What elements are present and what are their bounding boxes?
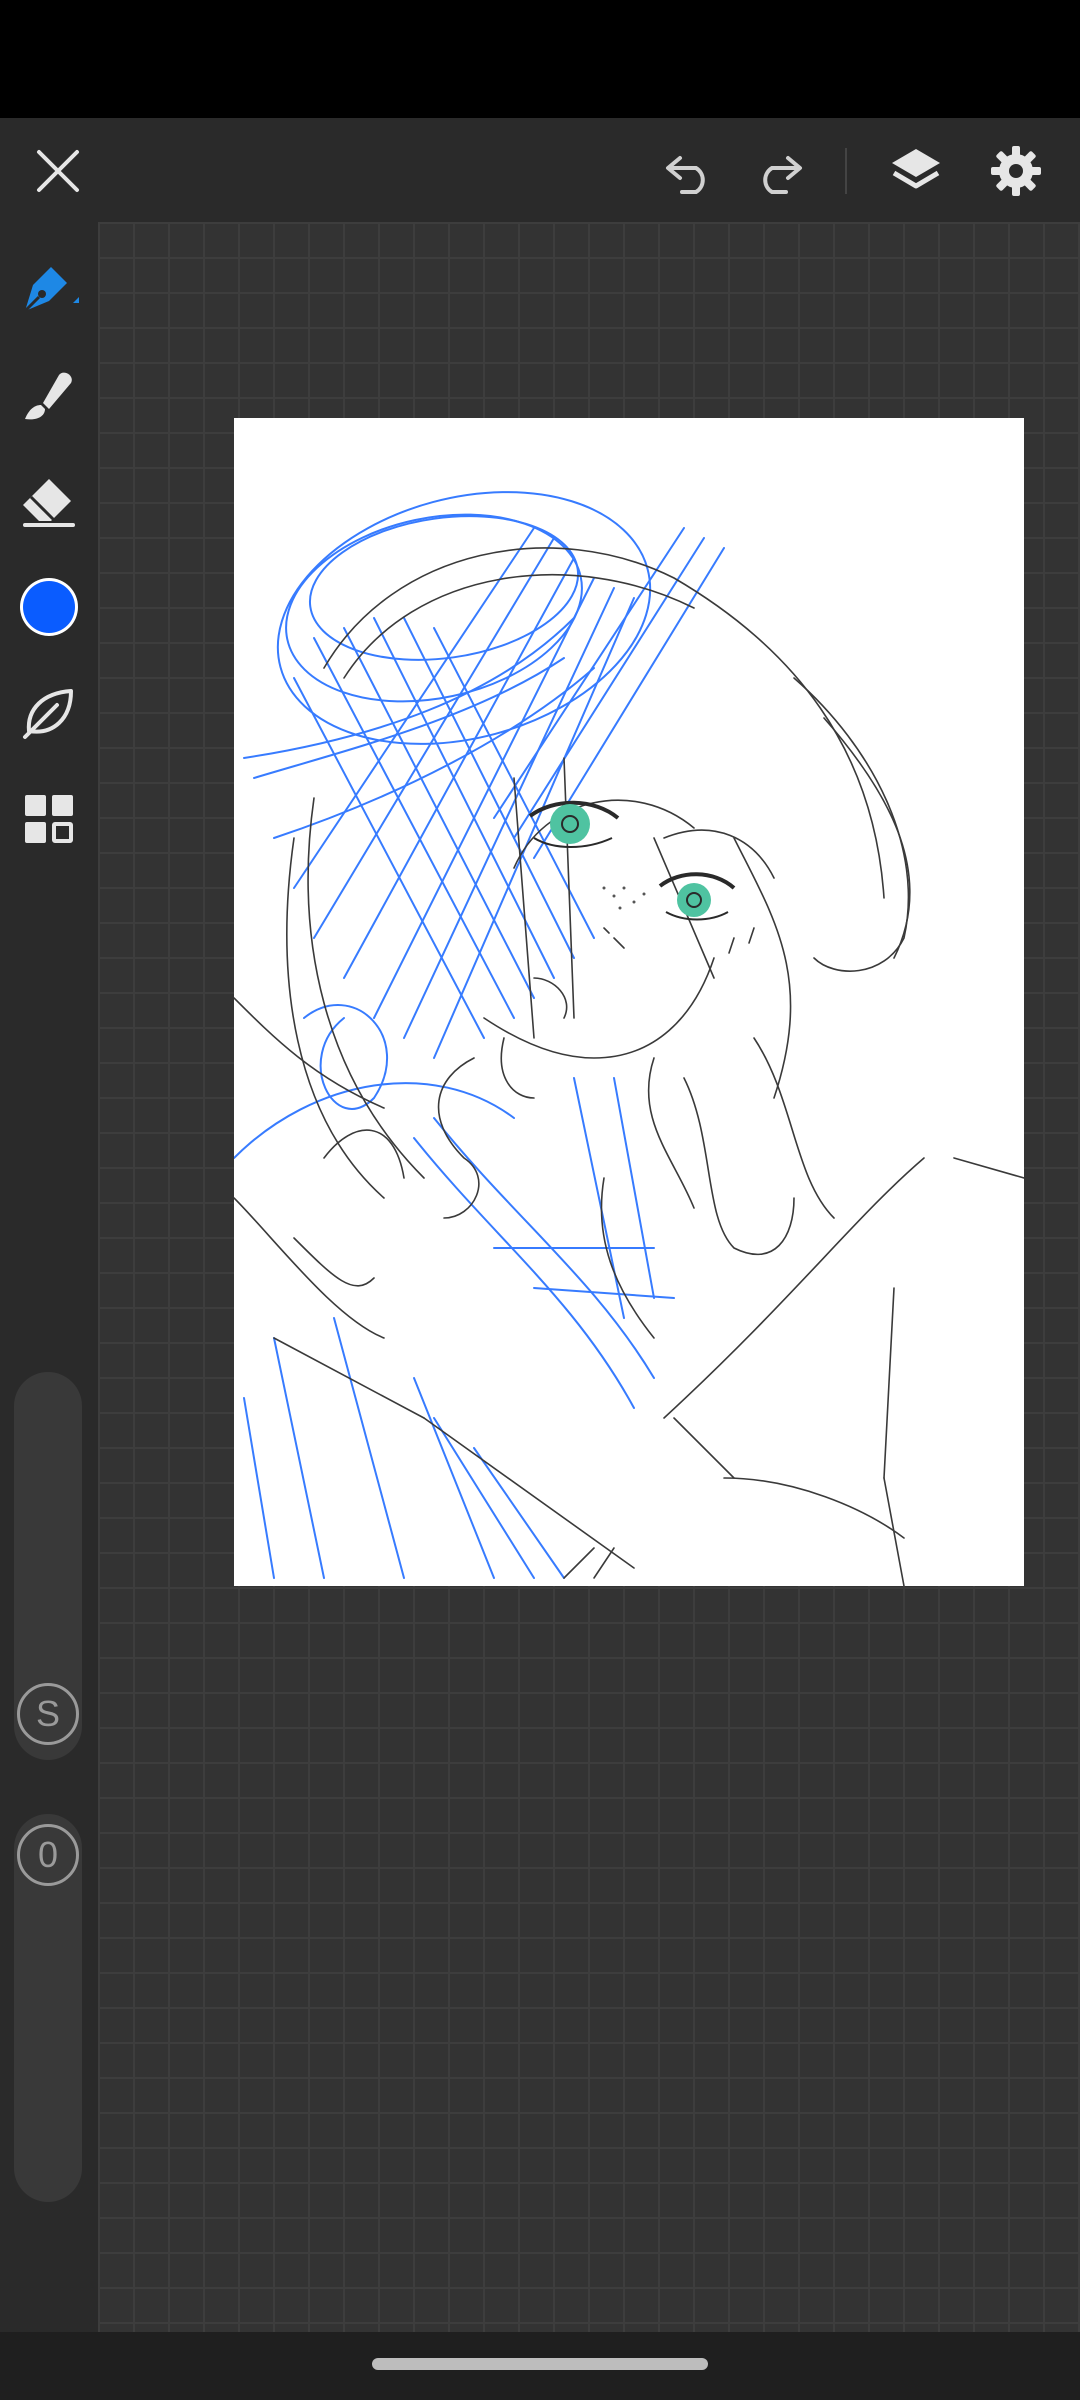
size-badge: S	[17, 1683, 79, 1745]
sketch-artwork	[234, 491, 1024, 1586]
drawing-paper[interactable]	[234, 418, 1024, 1586]
undo-icon[interactable]	[655, 136, 725, 206]
layers-icon[interactable]	[881, 136, 951, 206]
toolbar-divider	[845, 148, 847, 194]
top-toolbar	[0, 118, 1080, 222]
leaf-icon[interactable]	[12, 676, 86, 750]
grid-icon[interactable]	[12, 782, 86, 856]
tool-sidebar: S 0	[0, 222, 98, 2332]
color-swatch[interactable]	[12, 570, 86, 644]
opacity-badge: 0	[17, 1824, 79, 1886]
opacity-slider[interactable]: 0	[14, 1814, 82, 2202]
status-bar	[0, 0, 1080, 118]
system-nav-bar	[0, 2332, 1080, 2400]
brush-size-slider[interactable]: S	[14, 1372, 82, 1760]
pen-icon[interactable]	[12, 254, 86, 328]
smudge-icon[interactable]	[12, 358, 86, 432]
eye-right	[658, 872, 736, 921]
close-icon[interactable]	[23, 136, 93, 206]
home-indicator[interactable]	[372, 2358, 708, 2370]
gear-icon[interactable]	[981, 136, 1051, 206]
eraser-icon[interactable]	[12, 464, 86, 538]
redo-icon[interactable]	[743, 136, 813, 206]
